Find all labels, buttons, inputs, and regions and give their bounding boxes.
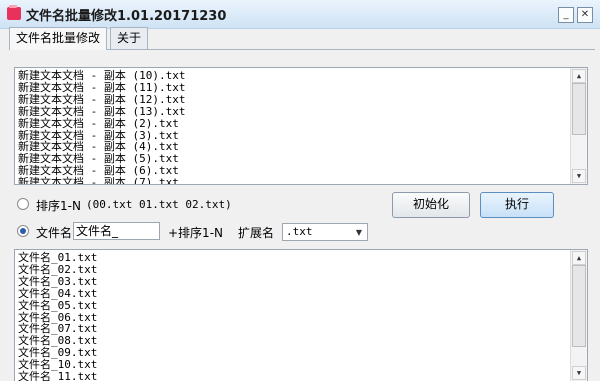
source-list-scrollbar[interactable]: ▲ ▼	[570, 68, 587, 184]
ext-select-value: .txt	[286, 225, 313, 238]
result-file-list-text: 文件名_01.txt 文件名_02.txt 文件名_03.txt 文件名_04.…	[18, 251, 98, 381]
scroll-thumb[interactable]	[572, 265, 586, 347]
source-file-list-text: 新建文本文档 - 副本 (10).txt 新建文本文档 - 副本 (11).tx…	[18, 69, 186, 185]
ext-label: 扩展名	[238, 226, 275, 240]
app-icon	[7, 5, 21, 20]
filename-radio-label: 文件名	[36, 226, 73, 240]
chevron-down-icon: ▼	[355, 228, 363, 237]
window-title: 文件名批量修改1.01.20171230	[26, 9, 227, 24]
sort-radio-label: 排序1-N	[36, 199, 81, 213]
filename-radio[interactable]	[17, 225, 29, 237]
minimize-button[interactable]: _	[558, 7, 574, 23]
tab-about[interactable]: 关于	[110, 27, 149, 49]
result-file-list[interactable]: 文件名_01.txt 文件名_02.txt 文件名_03.txt 文件名_04.…	[14, 249, 588, 381]
filename-input[interactable]: 文件名_	[73, 222, 160, 240]
result-list-scrollbar[interactable]: ▲ ▼	[570, 250, 587, 381]
ext-select[interactable]: .txt ▼	[282, 223, 368, 241]
scroll-thumb[interactable]	[572, 83, 586, 135]
source-file-list[interactable]: 新建文本文档 - 副本 (10).txt 新建文本文档 - 副本 (11).tx…	[14, 67, 588, 185]
tab-rename[interactable]: 文件名批量修改	[9, 27, 108, 50]
plus-sort-label: +排序1-N	[168, 226, 223, 240]
close-button[interactable]: ✕	[577, 7, 593, 23]
title-bar: 文件名批量修改1.01.20171230 _ ✕	[0, 0, 600, 29]
scroll-up-icon[interactable]: ▲	[572, 251, 586, 265]
run-button[interactable]: 执行	[480, 192, 554, 218]
init-button[interactable]: 初始化	[392, 192, 470, 218]
scroll-down-icon[interactable]: ▼	[572, 169, 586, 183]
sort-radio[interactable]	[17, 198, 29, 210]
scroll-up-icon[interactable]: ▲	[572, 69, 586, 83]
scroll-down-icon[interactable]: ▼	[572, 366, 586, 380]
sort-example-text: (00.txt 01.txt 02.txt)	[86, 198, 232, 211]
